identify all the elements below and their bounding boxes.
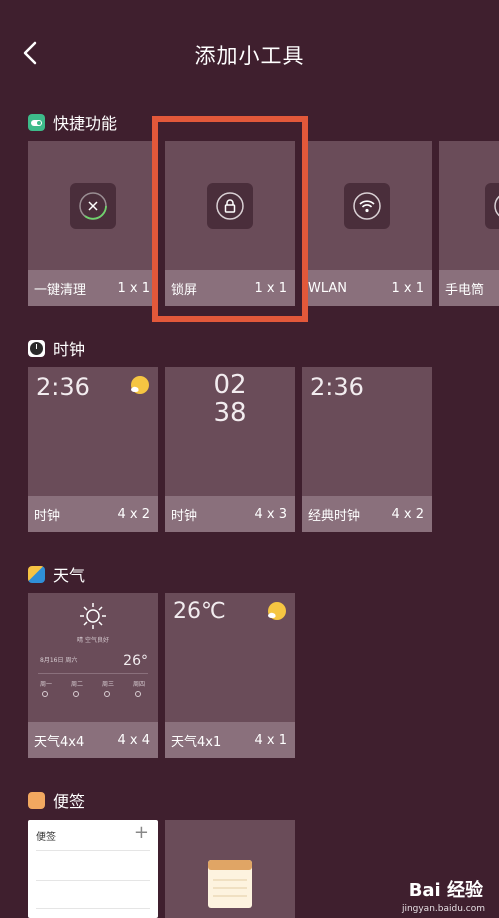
section-memo-header: 便签 — [28, 789, 85, 811]
card-label-bar: 天气4x4 4 x 4 — [28, 722, 158, 758]
card-label-bar: 时钟 4 x 3 — [165, 496, 295, 532]
card-name: 天气4x1 — [171, 734, 222, 750]
card-label-bar: 时钟 4 x 2 — [28, 496, 158, 532]
forecast-day: 周三 — [102, 681, 115, 688]
card-size: 4 x 4 — [117, 732, 151, 748]
section-title: 便签 — [53, 792, 86, 811]
weather-small-icon — [42, 691, 48, 697]
weather-small-icon — [104, 691, 110, 697]
widget-card-classic-clock[interactable]: 2:36 经典时钟 4 x 2 — [302, 367, 432, 532]
widget-card-memo[interactable]: 便签 + — [28, 820, 158, 918]
section-clock-header: 时钟 — [28, 337, 85, 359]
divider — [36, 850, 150, 851]
card-label-bar: 一键清理 1 x 1 — [28, 270, 158, 306]
forecast-day: 周一 — [40, 681, 53, 688]
card-label-bar: 手电筒 — [439, 270, 499, 306]
highlight-frame — [152, 116, 308, 322]
card-size: 4 x 1 — [254, 732, 288, 748]
clock-time: 2:36 — [36, 373, 90, 401]
section-title: 时钟 — [53, 340, 86, 359]
divider — [36, 908, 150, 909]
card-size: 4 x 2 — [391, 506, 425, 522]
section-title: 天气 — [53, 566, 86, 585]
weather-small-icon — [73, 691, 79, 697]
widget-card-flashlight[interactable]: 手电筒 — [439, 141, 499, 306]
page-title: 添加小工具 — [194, 44, 305, 68]
card-name: 时钟 — [34, 508, 61, 524]
widget-card-weather-4x4[interactable]: 晴 空气良好 8月16日 周六 26° 周一 周二 周三 周四 天气4x4 4 … — [28, 593, 158, 758]
section-quick-header: 快捷功能 — [28, 111, 117, 133]
toggle-icon — [28, 113, 45, 131]
weather-date: 8月16日 周六 — [40, 657, 78, 664]
clock-minute: 38 — [213, 398, 247, 428]
card-label-bar: WLAN 1 x 1 — [302, 270, 432, 306]
card-name: 手电筒 — [445, 282, 485, 298]
card-name: 经典时钟 — [308, 508, 361, 524]
card-size: 1 x 1 — [117, 280, 151, 296]
notepad-icon — [208, 860, 252, 908]
card-name: 时钟 — [171, 508, 198, 524]
clock-icon — [28, 339, 45, 357]
widget-card-clock-4x2[interactable]: 2:36 时钟 4 x 2 — [28, 367, 158, 532]
cleanup-icon — [70, 183, 116, 229]
forecast-day: 周二 — [71, 681, 84, 688]
widget-card-cleanup[interactable]: 一键清理 1 x 1 — [28, 141, 158, 306]
card-label-bar: 天气4x1 4 x 1 — [165, 722, 295, 758]
widget-card-wlan[interactable]: WLAN 1 x 1 — [302, 141, 432, 306]
clock-hour: 02 — [213, 370, 247, 400]
card-label-bar: 经典时钟 4 x 2 — [302, 496, 432, 532]
sun-outline-icon — [80, 603, 106, 629]
sun-icon — [131, 376, 149, 394]
widget-card-weather-4x1[interactable]: 26℃ 天气4x1 4 x 1 — [165, 593, 295, 758]
widget-card-clock-4x3[interactable]: 02 38 时钟 4 x 3 — [165, 367, 295, 532]
watermark-brand: Bai 经验 — [408, 880, 483, 901]
card-size: 4 x 3 — [254, 506, 288, 522]
memo-title: 便签 — [36, 832, 56, 843]
section-weather-header: 天气 — [28, 563, 85, 585]
memo-app-icon — [28, 791, 45, 809]
watermark-url: jingyan.baidu.com — [401, 904, 485, 914]
wifi-icon — [344, 183, 390, 229]
card-name: 天气4x4 — [34, 734, 85, 750]
weather-temp: 26° — [123, 653, 148, 669]
clock-time: 2:36 — [310, 373, 364, 401]
section-title: 快捷功能 — [53, 114, 118, 133]
widget-card-memo-icon[interactable] — [165, 820, 295, 918]
weather-temp: 26℃ — [173, 599, 226, 624]
add-icon: + — [133, 822, 149, 843]
weather-status: 晴 空气良好 — [77, 637, 109, 644]
weather-app-icon — [28, 565, 45, 583]
clock-digits: 02 38 — [165, 371, 295, 427]
weather-small-icon — [135, 691, 141, 697]
divider — [38, 673, 148, 674]
sun-icon — [268, 602, 286, 620]
forecast-day: 周四 — [133, 681, 146, 688]
header: 添加小工具 — [0, 0, 499, 105]
card-name: 一键清理 — [34, 282, 87, 298]
card-size: 4 x 2 — [117, 506, 151, 522]
card-name: WLAN — [308, 280, 348, 296]
flashlight-icon — [485, 183, 499, 229]
card-size: 1 x 1 — [391, 280, 425, 296]
divider — [36, 880, 150, 881]
